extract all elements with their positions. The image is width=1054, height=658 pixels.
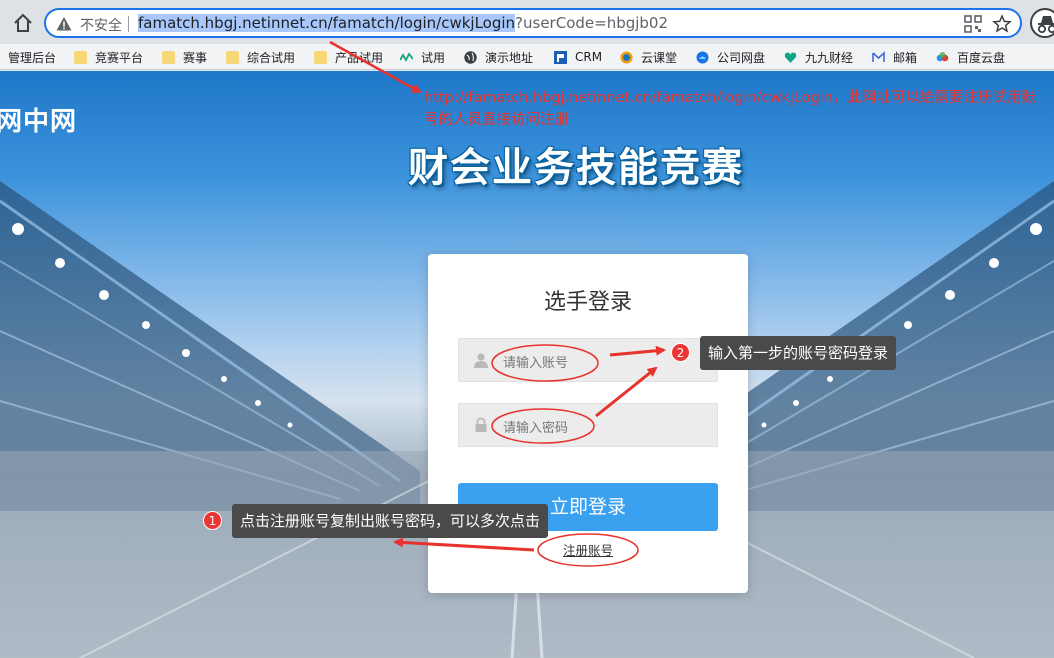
- globe-icon: [464, 50, 477, 64]
- bookmark-folder[interactable]: 综合试用: [226, 48, 295, 66]
- bookmark-label: 演示地址: [485, 50, 534, 65]
- finance-icon: [784, 52, 797, 63]
- folder-icon: [162, 50, 175, 64]
- bookmark-item[interactable]: 公司网盘: [696, 48, 765, 66]
- bookmark-folder[interactable]: 竞赛平台: [74, 48, 143, 66]
- annotation-note: http://famatch.hbgj.netinnet.cn/famatch/…: [424, 90, 1036, 128]
- bookmark-label: 九九财经: [805, 50, 854, 65]
- folder-icon: [314, 50, 327, 64]
- bookmark-item[interactable]: 九九财经: [784, 48, 853, 66]
- bookmark-folder[interactable]: 产品试用: [314, 48, 383, 66]
- bookmark-label: 管理后台: [8, 50, 57, 65]
- register-link[interactable]: 注册账号: [428, 540, 748, 559]
- login-title: 选手登录: [543, 290, 632, 315]
- cloud-class-icon: [620, 51, 633, 63]
- login-card: 选手登录 请输入账号 请输入密码 立即登录 注册账号: [428, 254, 748, 593]
- bookmark-label: 赛事: [183, 50, 208, 65]
- bookmark-label: 试用: [421, 50, 446, 65]
- disk-icon: [696, 51, 709, 63]
- divider: [128, 16, 129, 32]
- warning-icon[interactable]: [56, 16, 72, 32]
- lock-icon: [475, 417, 487, 432]
- star-icon[interactable]: [992, 14, 1012, 34]
- folder-icon: [74, 50, 87, 64]
- url-selected: famatch.hbgj.netinnet.cn/famatch/login/c…: [138, 14, 516, 32]
- page-viewport: 网中网 http://famatch.hbgj.netinnet.cn/fama…: [0, 71, 1054, 658]
- step2-callout: 输入第一步的账号密码登录: [700, 336, 897, 370]
- address-bar[interactable]: 不安全 famatch.hbgj.netinnet.cn/famatch/log…: [44, 8, 1022, 38]
- bookmarks-bar: 管理后台 竞赛平台 赛事 综合试用 产品试用 试用 演示地址 CRM 云课堂 公…: [0, 44, 1054, 70]
- step-badge: 2: [671, 343, 690, 362]
- bookmark-item[interactable]: 管理后台: [8, 48, 56, 66]
- bookmark-item[interactable]: 试用: [400, 48, 445, 66]
- password-placeholder: 请输入密码: [503, 421, 569, 436]
- page-title: 财会业务技能竞赛: [408, 145, 744, 191]
- bookmark-item[interactable]: 演示地址: [464, 48, 533, 66]
- crm-icon: [554, 50, 567, 64]
- profile-avatar[interactable]: [1030, 8, 1054, 38]
- bookmark-label: 竞赛平台: [95, 50, 144, 65]
- bookmark-label: 综合试用: [247, 50, 296, 65]
- brand-logo-text: 网中网: [0, 107, 78, 137]
- home-icon[interactable]: [10, 10, 36, 36]
- bookmark-label: 邮箱: [893, 50, 918, 65]
- bookmark-label: 公司网盘: [717, 50, 766, 65]
- bookmark-item[interactable]: 云课堂: [620, 48, 677, 66]
- bookmark-item[interactable]: CRM: [554, 48, 602, 66]
- bookmark-label: 百度云盘: [957, 50, 1006, 65]
- bookmark-folder[interactable]: 赛事: [162, 48, 207, 66]
- insecure-label[interactable]: 不安全: [80, 15, 122, 35]
- bookmark-item[interactable]: 百度云盘: [936, 48, 1005, 66]
- url-query: ?userCode=hbgjb02: [515, 14, 669, 32]
- bookmark-item[interactable]: 邮箱: [872, 48, 917, 66]
- url-text[interactable]: famatch.hbgj.netinnet.cn/famatch/login/c…: [138, 14, 668, 32]
- mail-icon: [872, 50, 885, 62]
- incognito-icon: [1037, 16, 1054, 34]
- baidu-cloud-icon: [936, 51, 949, 61]
- bookmark-label: 产品试用: [335, 50, 384, 65]
- bookmark-label: CRM: [575, 50, 603, 64]
- folder-icon: [226, 50, 239, 64]
- account-placeholder: 请输入账号: [503, 356, 569, 371]
- step1-callout: 点击注册账号复制出账号密码，可以多次点击: [232, 504, 549, 538]
- password-input[interactable]: 请输入密码: [458, 403, 718, 447]
- wave-icon: [400, 51, 413, 62]
- bookmark-label: 云课堂: [641, 50, 678, 65]
- step-badge: 1: [203, 511, 222, 530]
- browser-toolbar: 不安全 famatch.hbgj.netinnet.cn/famatch/log…: [0, 0, 1054, 44]
- user-icon: [474, 353, 488, 368]
- qr-code-icon[interactable]: [964, 15, 982, 33]
